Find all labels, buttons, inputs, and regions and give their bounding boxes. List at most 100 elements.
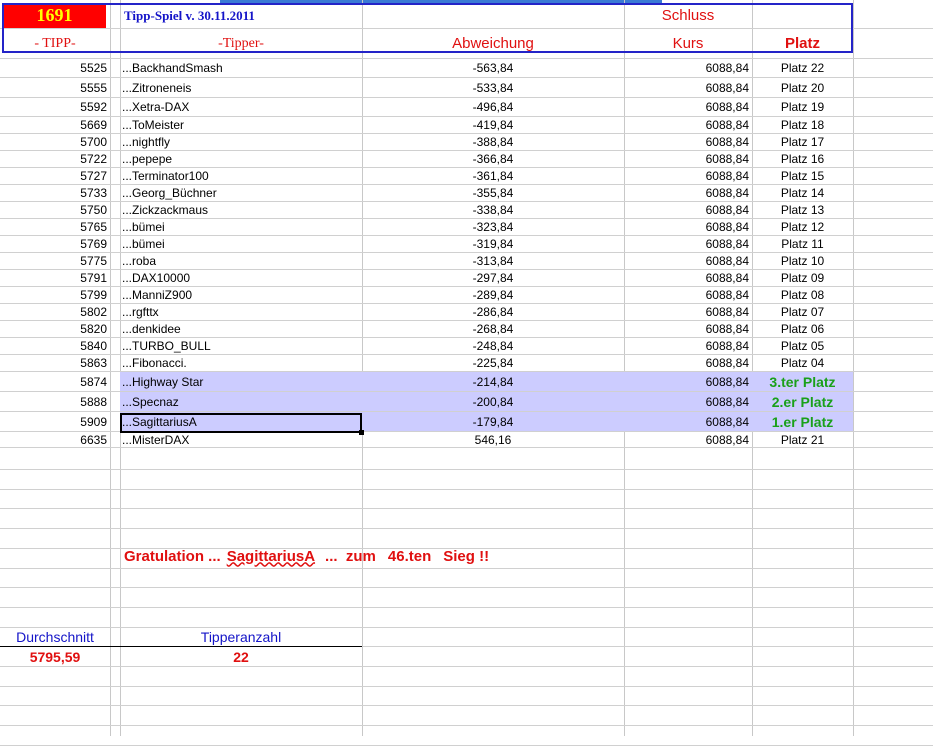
- sheet-title[interactable]: Tipp-Spiel v. 30.11.2011: [124, 3, 360, 28]
- platz-cell[interactable]: Platz 06: [752, 321, 853, 337]
- kurs-cell[interactable]: 6088,84: [624, 287, 752, 303]
- tipper-cell[interactable]: ...ToMeister: [120, 117, 362, 133]
- tipper-cell[interactable]: ...Zickzackmaus: [120, 202, 362, 218]
- tipper-cell[interactable]: ...denkidee: [120, 321, 362, 337]
- kurs-cell[interactable]: 6088,84: [624, 253, 752, 269]
- col-header-tipper[interactable]: -Tipper-: [120, 29, 362, 58]
- tipper-cell[interactable]: ...Xetra-DAX: [120, 98, 362, 116]
- abweichung-cell[interactable]: -338,84: [362, 202, 624, 218]
- abweichung-cell[interactable]: -268,84: [362, 321, 624, 337]
- platz-cell[interactable]: Platz 08: [752, 287, 853, 303]
- tipp-cell[interactable]: 5799: [0, 287, 110, 303]
- tipp-cell[interactable]: 5700: [0, 134, 110, 150]
- abweichung-cell[interactable]: -200,84: [362, 392, 624, 411]
- kurs-cell[interactable]: 6088,84: [624, 355, 752, 371]
- tipp-cell[interactable]: 5525: [0, 59, 110, 77]
- tipp-cell[interactable]: 5765: [0, 219, 110, 235]
- kurs-cell[interactable]: 6088,84: [624, 59, 752, 77]
- platz-cell[interactable]: Platz 14: [752, 185, 853, 201]
- kurs-cell[interactable]: 6088,84: [624, 151, 752, 167]
- platz-cell[interactable]: Platz 07: [752, 304, 853, 320]
- tipper-cell[interactable]: ...TURBO_BULL: [120, 338, 362, 354]
- abweichung-cell[interactable]: -361,84: [362, 168, 624, 184]
- col-header-kurs[interactable]: Kurs: [624, 29, 752, 58]
- selected-cell[interactable]: [120, 413, 364, 435]
- tipp-cell[interactable]: 5863: [0, 355, 110, 371]
- abweichung-cell[interactable]: -248,84: [362, 338, 624, 354]
- tipper-cell[interactable]: ...DAX10000: [120, 270, 362, 286]
- tipper-cell[interactable]: ...bümei: [120, 236, 362, 252]
- tipper-cell[interactable]: ...Terminator100: [120, 168, 362, 184]
- col-header-tipp[interactable]: - TIPP-: [0, 29, 110, 58]
- abweichung-cell[interactable]: -214,84: [362, 372, 624, 391]
- kurs-cell[interactable]: 6088,84: [624, 432, 752, 447]
- platz-cell[interactable]: Platz 21: [752, 432, 853, 447]
- kurs-cell[interactable]: 6088,84: [624, 304, 752, 320]
- kurs-cell[interactable]: 6088,84: [624, 392, 752, 411]
- kurs-cell[interactable]: 6088,84: [624, 338, 752, 354]
- tipper-cell[interactable]: ...Zitroneneis: [120, 78, 362, 97]
- platz-cell[interactable]: 3.ter Platz: [752, 372, 853, 391]
- average-label[interactable]: Durchschnitt: [0, 628, 110, 646]
- kurs-cell[interactable]: 6088,84: [624, 98, 752, 116]
- kurs-cell[interactable]: 6088,84: [624, 202, 752, 218]
- tipper-cell[interactable]: ...BackhandSmash: [120, 59, 362, 77]
- platz-cell[interactable]: Platz 11: [752, 236, 853, 252]
- platz-cell[interactable]: Platz 17: [752, 134, 853, 150]
- round-number[interactable]: 1691: [3, 3, 106, 28]
- kurs-cell[interactable]: 6088,84: [624, 372, 752, 391]
- tipp-cell[interactable]: 5888: [0, 392, 110, 411]
- col-header-abweichung[interactable]: Abweichung: [362, 29, 624, 58]
- kurs-cell[interactable]: 6088,84: [624, 219, 752, 235]
- tipp-cell[interactable]: 5733: [0, 185, 110, 201]
- count-label[interactable]: Tipperanzahl: [120, 628, 362, 646]
- abweichung-cell[interactable]: 546,16: [362, 432, 624, 447]
- platz-cell[interactable]: 1.er Platz: [752, 412, 853, 431]
- abweichung-cell[interactable]: -419,84: [362, 117, 624, 133]
- tipp-cell[interactable]: 5791: [0, 270, 110, 286]
- platz-cell[interactable]: Platz 15: [752, 168, 853, 184]
- tipper-cell[interactable]: ...nightfly: [120, 134, 362, 150]
- platz-cell[interactable]: Platz 09: [752, 270, 853, 286]
- platz-cell[interactable]: Platz 16: [752, 151, 853, 167]
- average-value[interactable]: 5795,59: [0, 648, 110, 666]
- platz-cell[interactable]: Platz 05: [752, 338, 853, 354]
- tipp-cell[interactable]: 5874: [0, 372, 110, 391]
- tipper-cell[interactable]: ...Fibonacci.: [120, 355, 362, 371]
- tipper-cell[interactable]: ...ManniZ900: [120, 287, 362, 303]
- abweichung-cell[interactable]: -319,84: [362, 236, 624, 252]
- abweichung-cell[interactable]: -388,84: [362, 134, 624, 150]
- kurs-cell[interactable]: 6088,84: [624, 321, 752, 337]
- tipp-cell[interactable]: 5775: [0, 253, 110, 269]
- abweichung-cell[interactable]: -533,84: [362, 78, 624, 97]
- abweichung-cell[interactable]: -563,84: [362, 59, 624, 77]
- platz-cell[interactable]: Platz 18: [752, 117, 853, 133]
- tipp-cell[interactable]: 5592: [0, 98, 110, 116]
- tipper-cell[interactable]: ...Specnaz: [120, 392, 362, 411]
- platz-cell[interactable]: Platz 12: [752, 219, 853, 235]
- platz-cell[interactable]: Platz 10: [752, 253, 853, 269]
- kurs-cell[interactable]: 6088,84: [624, 270, 752, 286]
- tipp-cell[interactable]: 5909: [0, 412, 110, 431]
- platz-cell[interactable]: Platz 13: [752, 202, 853, 218]
- kurs-cell[interactable]: 6088,84: [624, 185, 752, 201]
- tipp-cell[interactable]: 5669: [0, 117, 110, 133]
- abweichung-cell[interactable]: -323,84: [362, 219, 624, 235]
- tipp-cell[interactable]: 5555: [0, 78, 110, 97]
- abweichung-cell[interactable]: -286,84: [362, 304, 624, 320]
- platz-cell[interactable]: Platz 19: [752, 98, 853, 116]
- tipper-cell[interactable]: ...Highway Star: [120, 372, 362, 391]
- abweichung-cell[interactable]: -366,84: [362, 151, 624, 167]
- tipp-cell[interactable]: 5722: [0, 151, 110, 167]
- tipp-cell[interactable]: 5750: [0, 202, 110, 218]
- tipp-cell[interactable]: 5820: [0, 321, 110, 337]
- abweichung-cell[interactable]: -225,84: [362, 355, 624, 371]
- tipper-cell[interactable]: ...bümei: [120, 219, 362, 235]
- kurs-cell[interactable]: 6088,84: [624, 412, 752, 431]
- tipp-cell[interactable]: 5769: [0, 236, 110, 252]
- kurs-cell[interactable]: 6088,84: [624, 117, 752, 133]
- kurs-cell[interactable]: 6088,84: [624, 236, 752, 252]
- kurs-cell[interactable]: 6088,84: [624, 78, 752, 97]
- platz-cell[interactable]: 2.er Platz: [752, 392, 853, 411]
- tipper-cell[interactable]: ...pepepe: [120, 151, 362, 167]
